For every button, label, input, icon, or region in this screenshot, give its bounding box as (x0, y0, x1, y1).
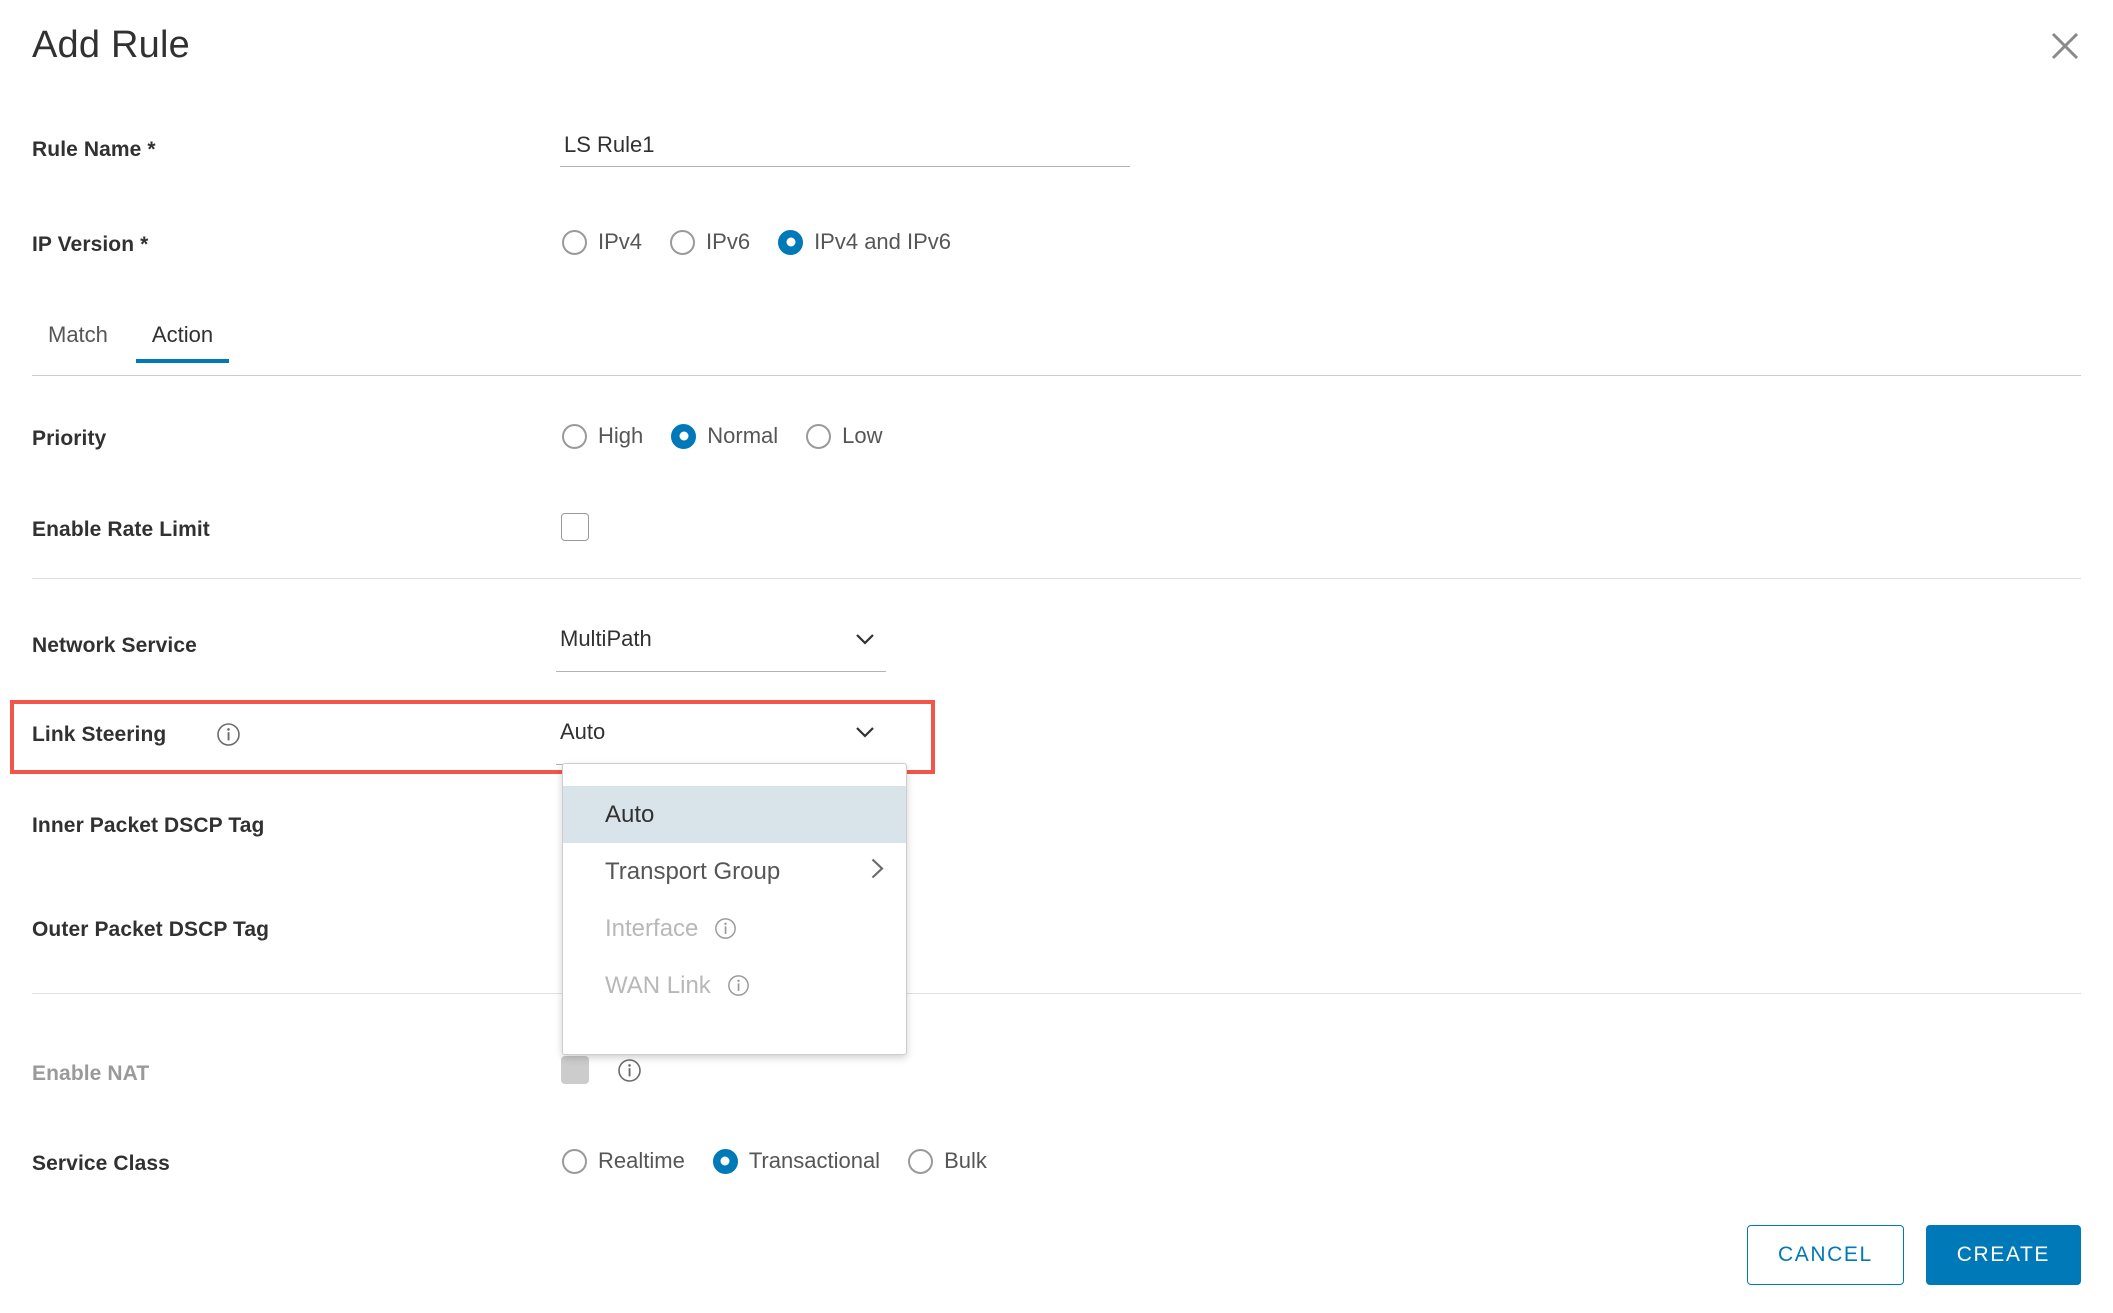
network-service-value: MultiPath (560, 626, 652, 651)
enable-rate-limit-checkbox[interactable] (561, 513, 589, 541)
chevron-down-icon (856, 632, 874, 645)
radio-indicator (778, 229, 804, 255)
dropdown-item-wan-link: WAN Link (563, 957, 906, 1014)
service-class-label: Service Class (32, 1152, 170, 1175)
inner-packet-dscp-tag-label: Inner Packet DSCP Tag (32, 814, 265, 837)
section-divider (32, 578, 2081, 579)
link-steering-value: Auto (560, 719, 606, 744)
rule-name-input[interactable] (560, 132, 1130, 167)
dropdown-item-label: Interface (605, 914, 699, 942)
priority-radio-group: High Normal Low (562, 423, 883, 449)
network-service-label: Network Service (32, 634, 197, 657)
ip-version-option-ipv4[interactable]: IPv4 (562, 229, 642, 255)
radio-label: High (598, 423, 644, 448)
chevron-down-icon (856, 725, 874, 738)
dropdown-item-label: Auto (605, 800, 655, 828)
rule-name-label: Rule Name * (32, 138, 156, 161)
radio-indicator (562, 1148, 587, 1174)
enable-rate-limit-label: Enable Rate Limit (32, 518, 210, 541)
add-rule-dialog: Add Rule Rule Name * IP Version * IPv4 I… (0, 0, 2113, 1313)
radio-indicator (562, 229, 587, 255)
radio-label: Realtime (598, 1148, 685, 1173)
enable-nat-checkbox (561, 1056, 589, 1084)
link-steering-select[interactable]: Auto (556, 721, 886, 765)
radio-indicator (908, 1148, 934, 1174)
section-divider (32, 993, 2081, 994)
radio-label: IPv4 and IPv6 (814, 229, 952, 254)
tab-action[interactable]: Action (135, 318, 230, 363)
network-service-select[interactable]: MultiPath (556, 628, 886, 672)
info-icon[interactable] (216, 722, 241, 752)
radio-label: Bulk (944, 1148, 987, 1173)
ip-version-label: IP Version * (32, 233, 149, 256)
chevron-right-icon (871, 858, 884, 886)
ip-version-option-ipv6[interactable]: IPv6 (670, 229, 750, 255)
page-title: Add Rule (32, 24, 190, 66)
dropdown-item-auto[interactable]: Auto (563, 786, 906, 843)
close-icon[interactable] (2039, 20, 2091, 72)
create-button[interactable]: CREATE (1925, 1225, 2081, 1285)
radio-label: IPv4 (598, 229, 643, 254)
radio-label: IPv6 (706, 229, 751, 254)
dialog-footer: CANCEL CREATE (1746, 1225, 2081, 1285)
priority-option-low[interactable]: Low (806, 423, 883, 449)
info-icon[interactable] (714, 917, 737, 940)
priority-option-normal[interactable]: Normal (671, 423, 778, 449)
service-class-option-realtime[interactable]: Realtime (562, 1148, 685, 1174)
cancel-button[interactable]: CANCEL (1746, 1225, 1904, 1285)
radio-indicator (562, 423, 587, 449)
outer-packet-dscp-tag-label: Outer Packet DSCP Tag (32, 918, 270, 941)
dropdown-item-label: WAN Link (605, 971, 711, 999)
radio-indicator (671, 423, 697, 449)
dropdown-item-label: Transport Group (605, 857, 781, 885)
service-class-option-bulk[interactable]: Bulk (908, 1148, 987, 1174)
radio-label: Low (842, 423, 883, 448)
info-icon[interactable] (617, 1058, 642, 1088)
tab-bar: Match Action (32, 318, 2081, 376)
link-steering-label: Link Steering (32, 723, 167, 746)
ip-version-radio-group: IPv4 IPv6 IPv4 and IPv6 (562, 229, 951, 255)
radio-indicator (670, 229, 696, 255)
info-icon[interactable] (727, 974, 750, 997)
service-class-option-transactional[interactable]: Transactional (712, 1148, 881, 1174)
radio-indicator (712, 1148, 738, 1174)
radio-indicator (806, 423, 832, 449)
dropdown-item-interface: Interface (563, 900, 906, 957)
service-class-radio-group: Realtime Transactional Bulk (562, 1148, 987, 1174)
radio-label: Normal (707, 423, 779, 448)
ip-version-option-ipv4-and-ipv6[interactable]: IPv4 and IPv6 (778, 229, 951, 255)
tab-match[interactable]: Match (32, 318, 124, 362)
priority-label: Priority (32, 427, 107, 450)
priority-option-high[interactable]: High (562, 423, 643, 449)
radio-label: Transactional (748, 1148, 881, 1173)
enable-nat-label: Enable NAT (32, 1062, 150, 1085)
dropdown-item-transport-group[interactable]: Transport Group (563, 843, 906, 900)
link-steering-dropdown-menu: Auto Transport Group Interface WAN Link (562, 763, 907, 1055)
